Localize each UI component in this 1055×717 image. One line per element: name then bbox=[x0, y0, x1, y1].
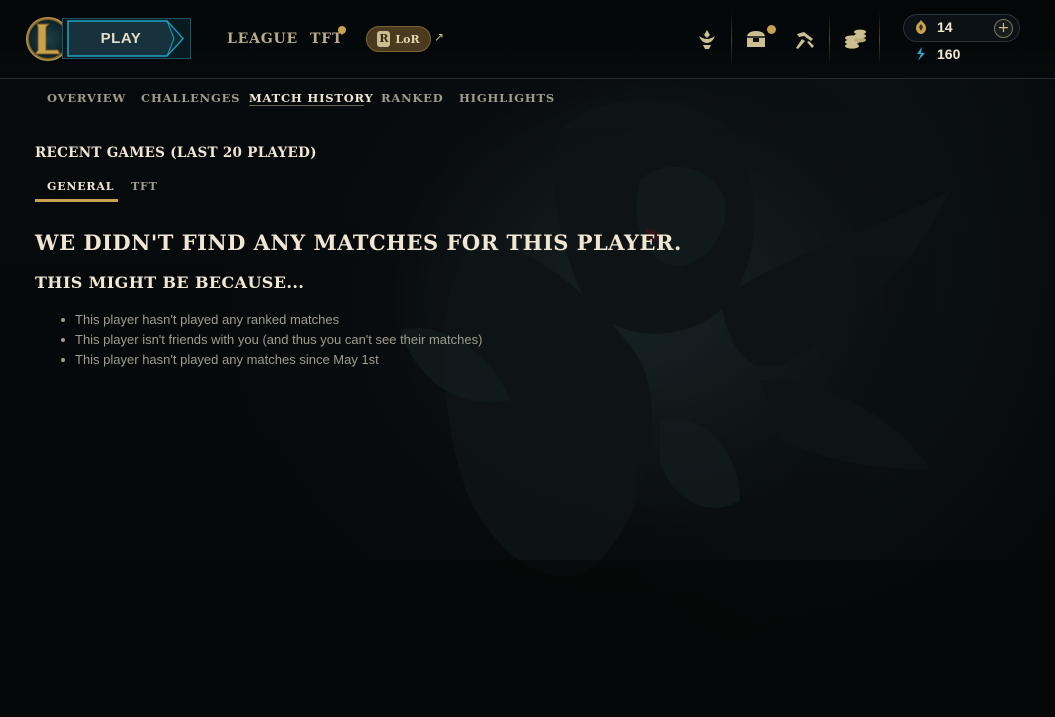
tab-general[interactable]: GENERAL bbox=[47, 180, 114, 193]
loot-bag-icon[interactable] bbox=[743, 26, 769, 52]
subnav-active-underline bbox=[249, 105, 364, 106]
play-button[interactable]: PLAY bbox=[62, 18, 191, 59]
play-button-label: PLAY bbox=[100, 30, 142, 47]
external-link-icon: ↗ bbox=[434, 30, 445, 44]
tab-active-underline bbox=[35, 199, 118, 202]
empty-reasons-list: This player hasn't played any ranked mat… bbox=[59, 310, 482, 370]
tft-notification-dot bbox=[338, 26, 346, 34]
empty-state-heading: WE DIDN'T FIND ANY MATCHES FOR THIS PLAY… bbox=[35, 230, 682, 255]
riot-points-icon bbox=[916, 20, 926, 34]
store-icon[interactable] bbox=[842, 26, 868, 52]
topbar-separator bbox=[829, 12, 830, 66]
blue-essence-value: 160 bbox=[937, 46, 961, 62]
topbar-separator bbox=[731, 12, 732, 66]
loot-notification-dot bbox=[767, 25, 776, 34]
reason-item: This player hasn't played any ranked mat… bbox=[59, 310, 482, 330]
tab-tft[interactable]: TFT bbox=[131, 180, 158, 193]
blue-essence-icon bbox=[917, 47, 925, 61]
subnav-overview[interactable]: OVERVIEW bbox=[47, 91, 126, 105]
subnav-ranked[interactable]: RANKED bbox=[381, 91, 444, 105]
blue-essence-row: 160 bbox=[913, 46, 960, 62]
client-window: PLAY LEAGUE TFT R LoR ↗ 14 + 160 OVERVIE… bbox=[0, 0, 1055, 717]
riot-points-value: 14 bbox=[937, 19, 953, 35]
lor-logo-icon: R bbox=[377, 31, 391, 47]
home-trophy-icon[interactable] bbox=[694, 26, 720, 52]
reason-item: This player hasn't played any matches si… bbox=[59, 350, 482, 370]
buy-rp-button[interactable]: + bbox=[994, 19, 1013, 38]
crafting-icon[interactable] bbox=[792, 26, 818, 52]
lor-label: LoR bbox=[395, 32, 420, 46]
reason-item: This player isn't friends with you (and … bbox=[59, 330, 482, 350]
top-navigation-bar: PLAY LEAGUE TFT R LoR ↗ 14 + 160 bbox=[0, 0, 1055, 79]
nav-tft[interactable]: TFT bbox=[310, 31, 343, 47]
subnav-highlights[interactable]: HIGHLIGHTS bbox=[459, 91, 555, 105]
subnav-match-history[interactable]: MATCH HISTORY bbox=[249, 91, 374, 105]
empty-state-subheading: THIS MIGHT BE BECAUSE... bbox=[35, 273, 305, 292]
topbar-separator bbox=[879, 12, 880, 66]
recent-games-title: RECENT GAMES (LAST 20 PLAYED) bbox=[35, 145, 317, 161]
riot-points-row: 14 bbox=[913, 19, 953, 35]
lor-launch-button[interactable]: R LoR bbox=[366, 26, 431, 52]
subnav-challenges[interactable]: CHALLENGES bbox=[141, 91, 240, 105]
nav-league[interactable]: LEAGUE bbox=[227, 31, 298, 47]
profile-subnav: OVERVIEW CHALLENGES MATCH HISTORY RANKED… bbox=[0, 80, 1055, 114]
